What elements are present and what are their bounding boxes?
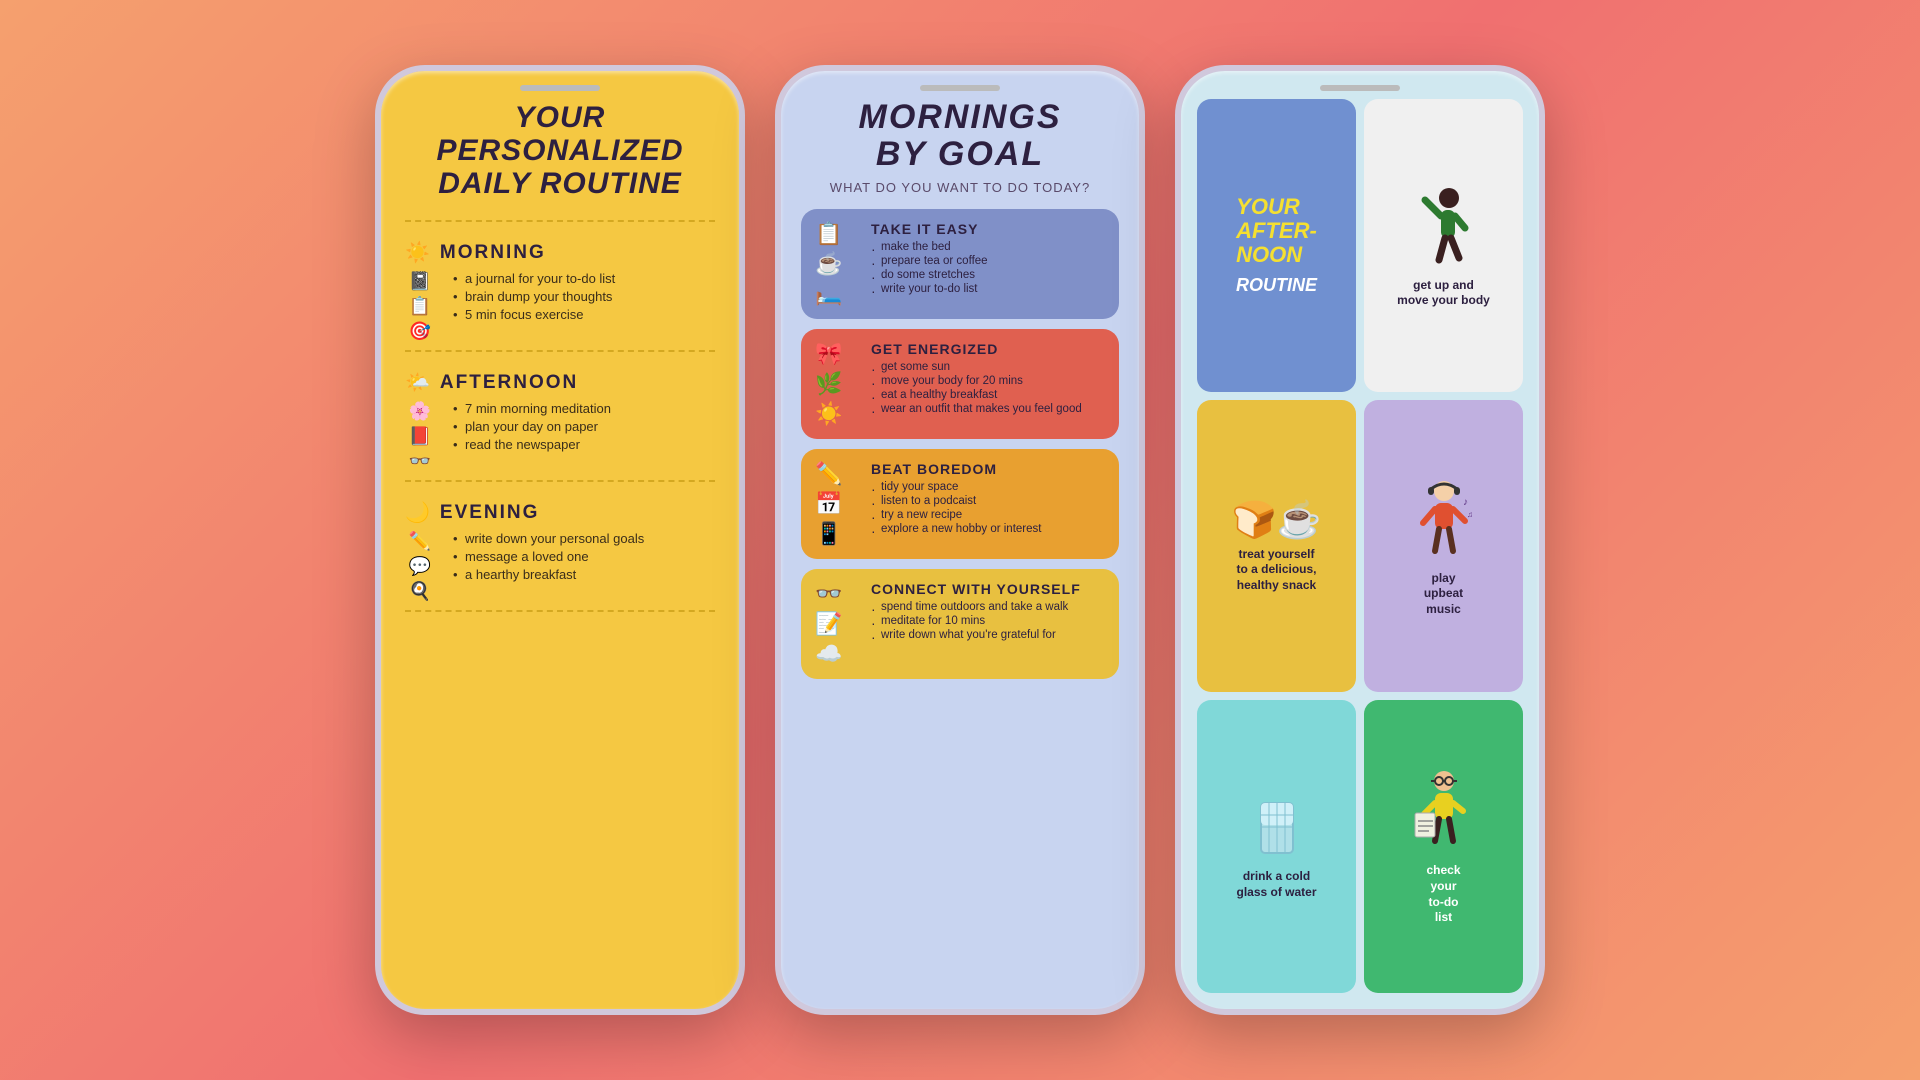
evening-header: 🌙 EVENING	[405, 500, 715, 525]
water-illustration	[1247, 793, 1307, 863]
phone1-title: YOUR PERSONALIZED DAILY ROUTINE	[405, 101, 715, 200]
cell-move-body: get up and move your body	[1364, 99, 1523, 392]
cell-music: ♪ ♫ play upbeat music	[1364, 400, 1523, 693]
evening-list: write down your personal goals message a…	[443, 531, 644, 598]
move-body-label: get up and move your body	[1397, 278, 1490, 309]
goal-icons-easy: 📋☕🛏️	[815, 221, 859, 307]
afternoon-grid: YOURAFTER-NOON ROUTINE get up and	[1197, 99, 1523, 993]
afternoon-icon: 🌤️	[405, 370, 432, 395]
cell-water: drink a cold glass of water	[1197, 700, 1356, 993]
goal-take-it-easy: 📋☕🛏️ TAKE IT EASY make the bed prepare t…	[801, 209, 1119, 319]
evening-icons: ✏️💬🍳	[405, 531, 435, 602]
phone2-title: MORNINGS BY GOAL	[801, 99, 1119, 174]
evening-icon: 🌙	[405, 500, 432, 525]
cell-snack: 🍞☕ treat yourself to a delicious, health…	[1197, 400, 1356, 693]
snack-label: treat yourself to a delicious, healthy s…	[1236, 547, 1316, 594]
goal-icons-energized: 🎀🌿☀️	[815, 341, 859, 427]
afternoon-icons: 🌸📕👓	[405, 401, 435, 472]
morning-header: ☀️ MORNING	[405, 240, 715, 265]
goal-list-connect: spend time outdoors and take a walk medi…	[871, 601, 1105, 641]
water-label: drink a cold glass of water	[1236, 869, 1316, 900]
music-illustration: ♪ ♫	[1409, 475, 1479, 565]
cell-todo: check your to-do list	[1364, 700, 1523, 993]
title-card-text: YOURAFTER-NOON	[1228, 187, 1325, 276]
snack-emoji: 🍞☕	[1232, 499, 1322, 541]
goal-list-boredom: tidy your space listen to a podcaist try…	[871, 481, 1105, 535]
goal-list-energized: get some sun move your body for 20 mins …	[871, 361, 1105, 415]
phone2-subtitle: WHAT DO YOU WANT TO DO TODAY?	[801, 180, 1119, 195]
phone-daily-routine: YOUR PERSONALIZED DAILY ROUTINE ☀️ MORNI…	[375, 65, 745, 1015]
title-card-sub: ROUTINE	[1228, 275, 1325, 304]
morning-icons: 📓📋🎯	[405, 271, 435, 342]
goal-icons-boredom: ✏️📅📱	[815, 461, 859, 547]
move-body-illustration	[1409, 182, 1479, 272]
afternoon-list: 7 min morning meditation plan your day o…	[443, 401, 611, 468]
afternoon-header: 🌤️ AFTERNOON	[405, 370, 715, 395]
goal-get-energized: 🎀🌿☀️ GET ENERGIZED get some sun move you…	[801, 329, 1119, 439]
morning-list: a journal for your to-do list brain dump…	[443, 271, 615, 338]
phone-mornings-by-goal: MORNINGS BY GOAL WHAT DO YOU WANT TO DO …	[775, 65, 1145, 1015]
morning-icon: ☀️	[405, 240, 432, 265]
cell-title: YOURAFTER-NOON ROUTINE	[1197, 99, 1356, 392]
phone-afternoon-routine: YOURAFTER-NOON ROUTINE get up and	[1175, 65, 1545, 1015]
goal-connect-yourself: 👓📝☁️ CONNECT WITH YOURSELF spend time ou…	[801, 569, 1119, 679]
music-label: play upbeat music	[1424, 571, 1463, 618]
svg-text:♪: ♪	[1463, 497, 1468, 508]
goal-list-easy: make the bed prepare tea or coffee do so…	[871, 241, 1105, 295]
todo-illustration	[1409, 767, 1479, 857]
svg-text:♫: ♫	[1467, 510, 1473, 519]
goal-beat-boredom: ✏️📅📱 BEAT BOREDOM tidy your space listen…	[801, 449, 1119, 559]
goal-icons-connect: 👓📝☁️	[815, 581, 859, 667]
todo-label: check your to-do list	[1426, 863, 1460, 925]
